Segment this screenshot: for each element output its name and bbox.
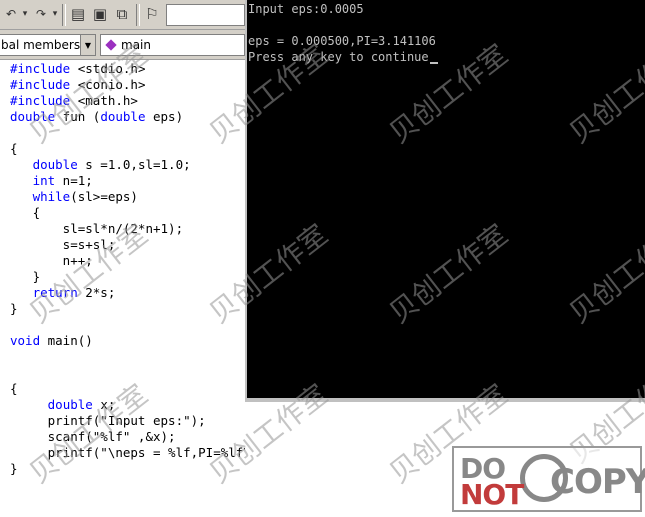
code-text: s=s+sl; bbox=[10, 237, 116, 252]
code-line: #include <math.h> bbox=[10, 93, 138, 109]
toolbar-separator bbox=[62, 4, 66, 26]
logo-not: NOT bbox=[460, 478, 524, 511]
code-line: int n=1; bbox=[10, 173, 93, 189]
redo-icon: ↷ bbox=[35, 7, 47, 21]
find-in-files-button[interactable]: ⚐ bbox=[142, 4, 162, 24]
code-line: while(sl>=eps) bbox=[10, 189, 138, 205]
code-text: 2*s; bbox=[77, 285, 116, 300]
code-text: s =1.0,sl=1.0; bbox=[77, 157, 191, 172]
code-line: printf("\neps = %lf,PI=%lf\n",x,fun(x)); bbox=[10, 445, 245, 461]
output-button[interactable]: ▣ bbox=[90, 4, 110, 24]
logo-copy: COPY bbox=[550, 462, 645, 502]
console-line: eps = 0.000500,PI=3.141106 bbox=[248, 34, 436, 48]
redo-button[interactable]: ↷ bbox=[32, 4, 50, 24]
code-keyword: int bbox=[32, 173, 56, 188]
code-text: n++; bbox=[10, 253, 93, 268]
code-text: printf("Input eps:"); bbox=[10, 413, 206, 428]
code-line: } bbox=[10, 461, 18, 477]
redo-dropdown-button[interactable]: ▾ bbox=[50, 4, 60, 24]
code-text: main() bbox=[40, 333, 93, 348]
code-line: s=s+sl; bbox=[10, 237, 116, 253]
wizard-bar: bal members ▼ main bbox=[0, 30, 245, 60]
output-icon: ▣ bbox=[92, 5, 108, 23]
code-keyword: void bbox=[10, 333, 41, 348]
console-line-prompt: Press any key to continue bbox=[248, 50, 438, 64]
code-line: #include <conio.h> bbox=[10, 77, 145, 93]
code-line: sl=sl*n/(2*n+1); bbox=[10, 221, 183, 237]
code-keyword: double bbox=[47, 397, 93, 412]
code-text: <conio.h> bbox=[70, 77, 146, 92]
function-value: main bbox=[121, 38, 151, 52]
scope-value: bal members bbox=[1, 38, 81, 52]
code-text: eps) bbox=[145, 109, 184, 124]
code-text: sl=sl*n/(2*n+1); bbox=[10, 221, 184, 236]
code-line: { bbox=[10, 381, 18, 397]
find-input[interactable] bbox=[166, 4, 245, 26]
code-line: n++; bbox=[10, 253, 93, 269]
function-icon bbox=[105, 39, 117, 51]
console-prompt-text: Press any key to continue bbox=[248, 50, 429, 64]
code-text: <stdio.h> bbox=[70, 61, 146, 76]
code-text: n=1; bbox=[55, 173, 93, 188]
code-keyword: double bbox=[32, 157, 78, 172]
code-keyword: double bbox=[100, 109, 146, 124]
code-text: <math.h> bbox=[70, 93, 138, 108]
windows-button[interactable]: ⧉ bbox=[112, 4, 132, 24]
scope-combo[interactable]: bal members ▼ bbox=[0, 34, 96, 56]
code-keyword: #include bbox=[10, 93, 71, 108]
function-combo[interactable]: main bbox=[100, 34, 245, 56]
dropdown-arrow-icon: ▾ bbox=[22, 9, 28, 19]
code-line: double fun (double eps) bbox=[10, 109, 183, 125]
console-window[interactable]: Input eps:0.0005 eps = 0.000500,PI=3.141… bbox=[245, 0, 645, 402]
chevron-down-icon[interactable]: ▼ bbox=[80, 35, 95, 55]
code-text: scanf("%lf" ,&x); bbox=[10, 429, 176, 444]
undo-dropdown-button[interactable]: ▾ bbox=[20, 4, 30, 24]
console-line: Input eps:0.0005 bbox=[248, 2, 364, 16]
code-keyword: return bbox=[32, 285, 78, 300]
undo-icon: ↶ bbox=[5, 7, 17, 21]
code-text: x; bbox=[92, 397, 116, 412]
workspace-button[interactable]: ▤ bbox=[68, 4, 88, 24]
code-line: scanf("%lf" ,&x); bbox=[10, 429, 176, 445]
code-line: double x; bbox=[10, 397, 116, 413]
code-text: } bbox=[10, 301, 18, 316]
toolbar: ↶ ▾ ↷ ▾ ▤ ▣ ⧉ ⚐ bbox=[0, 0, 245, 30]
code-editor[interactable]: #include <stdio.h> #include <conio.h> #inc… bbox=[0, 60, 245, 517]
code-line: printf("Input eps:"); bbox=[10, 413, 206, 429]
code-keyword: while bbox=[32, 189, 71, 204]
code-line: return 2*s; bbox=[10, 285, 116, 301]
code-line: double s =1.0,sl=1.0; bbox=[10, 157, 191, 173]
code-line: void main() bbox=[10, 333, 93, 349]
find-in-files-icon: ⚐ bbox=[145, 5, 159, 23]
code-text: fun ( bbox=[55, 109, 101, 124]
do-not-copy-logo: DO NOT COPY bbox=[452, 446, 645, 512]
code-line: } bbox=[10, 301, 18, 317]
workspace-icon: ▤ bbox=[70, 5, 86, 23]
code-text: { bbox=[10, 141, 18, 156]
undo-button[interactable]: ↶ bbox=[2, 4, 20, 24]
code-keyword: double bbox=[10, 109, 56, 124]
code-line: } bbox=[10, 269, 41, 285]
code-text: { bbox=[10, 381, 18, 396]
toolbar-separator bbox=[136, 4, 140, 26]
code-text: (sl>=eps) bbox=[70, 189, 138, 204]
code-line: #include <stdio.h> bbox=[10, 61, 145, 77]
code-line: { bbox=[10, 141, 18, 157]
dropdown-arrow-icon: ▾ bbox=[52, 9, 58, 19]
code-line: { bbox=[10, 205, 41, 221]
windows-icon: ⧉ bbox=[116, 5, 128, 23]
code-text: { bbox=[10, 205, 41, 220]
code-keyword: #include bbox=[10, 77, 71, 92]
code-text: } bbox=[10, 269, 41, 284]
code-text: } bbox=[10, 461, 18, 476]
code-keyword: #include bbox=[10, 61, 71, 76]
text-cursor bbox=[429, 62, 438, 64]
code-text: printf("\neps = %lf,PI=%lf\n",x,fun(x)); bbox=[47, 445, 245, 460]
